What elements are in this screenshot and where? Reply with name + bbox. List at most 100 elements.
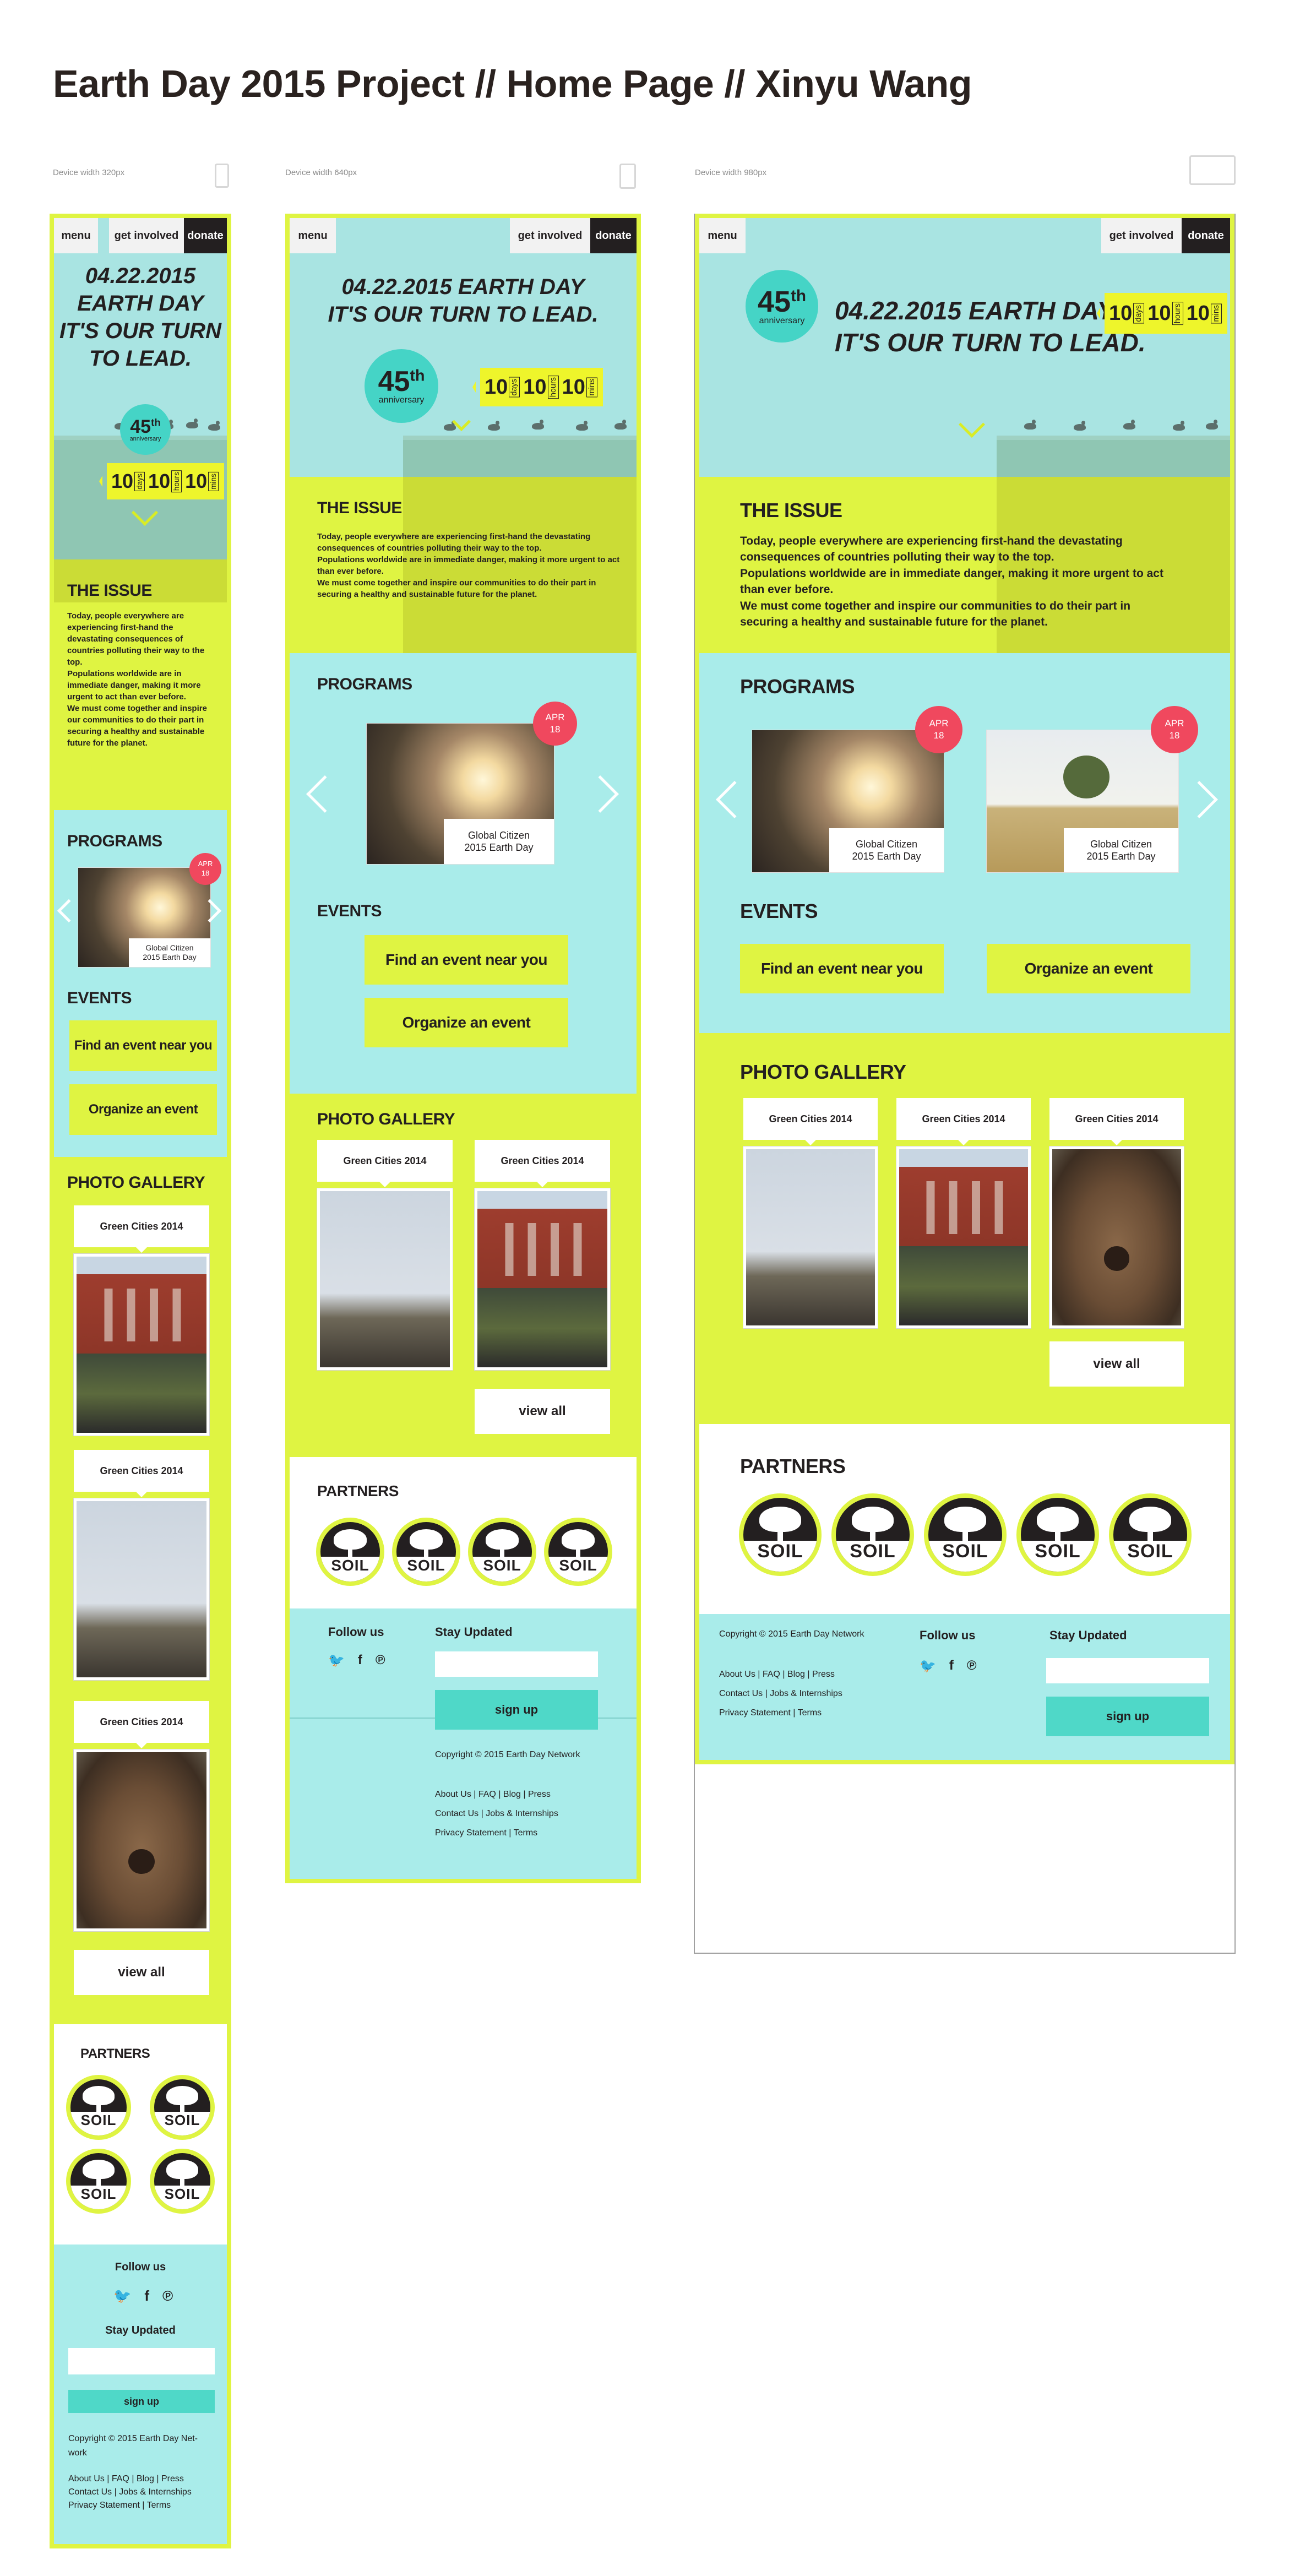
hero: menu get involved donate 04.22.2015 EARTH… xyxy=(54,218,227,559)
gallery-title: PHOTO GALLERY xyxy=(67,1173,205,1192)
partner-logo[interactable]: SOIL xyxy=(150,2075,215,2140)
donate-button[interactable]: donate xyxy=(590,218,637,253)
menu-button[interactable]: menu xyxy=(699,218,746,253)
sign-up-button[interactable]: sign up xyxy=(1046,1697,1209,1736)
facebook-icon[interactable]: f xyxy=(949,1658,954,1674)
email-input[interactable] xyxy=(435,1651,598,1677)
organize-event-button[interactable]: Organize an event xyxy=(365,998,568,1047)
prev-arrow-icon[interactable] xyxy=(716,781,753,818)
countdown: 10 days 10 hours 10 mins xyxy=(99,463,225,499)
menu-button[interactable]: menu xyxy=(54,218,98,253)
twitter-icon[interactable]: 🐦 xyxy=(328,1653,345,1669)
get-involved-button[interactable]: get involved xyxy=(109,218,184,253)
email-input[interactable] xyxy=(68,2348,215,2374)
gallery-photo-fog[interactable] xyxy=(74,1498,209,1680)
partner-logo[interactable]: SOIL xyxy=(739,1493,822,1576)
phone-icon xyxy=(215,164,229,188)
sign-up-button[interactable]: sign up xyxy=(435,1690,598,1730)
program-caption: Global Citizen 2015 Earth Day xyxy=(129,938,210,967)
gallery-tag: Green Cities 2014 xyxy=(74,1205,209,1253)
facebook-icon[interactable]: f xyxy=(358,1653,362,1669)
gallery-tag: Green Cities 2014 xyxy=(743,1098,878,1145)
view-all-button[interactable]: view all xyxy=(74,1950,209,1995)
footer: Follow us 🐦 f ℗ Stay Updated sign up Cop… xyxy=(54,2245,227,2544)
device-label-640: Device width 640px xyxy=(285,168,357,177)
issue-title: THE ISSUE xyxy=(317,499,402,517)
donate-button[interactable]: donate xyxy=(184,218,227,253)
gallery-photo-bear[interactable] xyxy=(74,1749,209,1931)
get-involved-button[interactable]: get involved xyxy=(1101,218,1182,253)
partner-logo[interactable]: SOIL xyxy=(66,2075,131,2140)
partner-logo[interactable]: SOIL xyxy=(1109,1493,1192,1576)
scroll-down-icon[interactable] xyxy=(958,411,986,438)
pinterest-icon[interactable]: ℗ xyxy=(162,2287,173,2305)
find-event-button[interactable]: Find an event near you xyxy=(365,935,568,985)
gallery-photo-building[interactable] xyxy=(896,1146,1031,1328)
view-all-button[interactable]: view all xyxy=(1049,1341,1184,1387)
organize-event-button[interactable]: Organize an event xyxy=(69,1084,217,1135)
partner-logo[interactable]: SOIL xyxy=(150,2149,215,2214)
partner-logo[interactable]: SOIL xyxy=(66,2149,131,2214)
program-card[interactable]: Global Citizen 2015 Earth Day xyxy=(987,730,1178,872)
partner-logo[interactable]: SOIL xyxy=(924,1493,1007,1576)
program-card[interactable]: Global Citizen 2015 Earth Day xyxy=(78,868,210,967)
next-arrow-icon[interactable] xyxy=(1181,781,1218,818)
sign-up-button[interactable]: sign up xyxy=(68,2390,215,2413)
hero-tagline: 04.22.2015 EARTH DAY IT'S OUR TURN TO LEA… xyxy=(835,296,1146,357)
partner-logo[interactable]: SOIL xyxy=(468,1518,536,1586)
program-card[interactable]: Global Citizen 2015 Earth Day xyxy=(752,730,944,872)
gallery-title: PHOTO GALLERY xyxy=(317,1110,455,1128)
twitter-icon[interactable]: 🐦 xyxy=(920,1658,936,1674)
tablet-frame: menu get involved donate 04.22.2015 EART… xyxy=(285,214,641,1883)
desktop-frame: menu get involved donate 45th anniversar… xyxy=(695,214,1234,1764)
email-input[interactable] xyxy=(1046,1658,1209,1683)
programs-section: PROGRAMS Global Citizen 2015 Earth Day AP… xyxy=(290,653,637,1094)
device-label-980: Device width 980px xyxy=(695,168,767,177)
events-title: EVENTS xyxy=(67,989,132,1007)
gallery-photo-building[interactable] xyxy=(475,1188,610,1370)
gallery-tag: Green Cities 2014 xyxy=(475,1140,610,1187)
pinterest-icon[interactable]: ℗ xyxy=(967,1658,977,1674)
footer-links[interactable]: About Us | FAQ | Blog | Press Contact Us … xyxy=(435,1785,558,1843)
partners-title: PARTNERS xyxy=(80,2046,150,2061)
donate-button[interactable]: donate xyxy=(1182,218,1230,253)
partner-logo[interactable]: SOIL xyxy=(392,1518,460,1586)
issue-section: THE ISSUE Today, people everywhere are e… xyxy=(54,559,227,810)
gallery-photo-fog[interactable] xyxy=(317,1188,453,1370)
follow-us-label: Follow us xyxy=(920,1628,976,1642)
partner-logo[interactable]: SOIL xyxy=(544,1518,612,1586)
partner-logo[interactable]: SOIL xyxy=(316,1518,384,1586)
mobile-frame: menu get involved donate 04.22.2015 EARTH… xyxy=(50,214,231,2548)
social-icons: 🐦 f ℗ xyxy=(920,1658,977,1674)
find-event-button[interactable]: Find an event near you xyxy=(69,1020,217,1071)
find-event-button[interactable]: Find an event near you xyxy=(740,944,944,993)
prev-arrow-icon[interactable] xyxy=(57,899,81,923)
gallery-photo-fog[interactable] xyxy=(743,1146,878,1328)
next-arrow-icon[interactable] xyxy=(581,775,619,813)
partner-logo[interactable]: SOIL xyxy=(1016,1493,1099,1576)
twitter-icon[interactable]: 🐦 xyxy=(113,2287,131,2305)
gallery-tag: Green Cities 2014 xyxy=(1049,1098,1184,1145)
facebook-icon[interactable]: f xyxy=(144,2287,149,2305)
programs-section: PROGRAMS Global Citizen 2015 Earth Day AP… xyxy=(54,810,227,1157)
gallery-section: PHOTO GALLERY Green Cities 2014 Green Ci… xyxy=(699,1033,1230,1424)
hero-tagline: 04.22.2015 EARTH DAY IT'S OUR TURN TO LEAD. xyxy=(59,264,221,371)
partners-section: PARTNERS SOIL SOIL SOIL SOIL xyxy=(54,2024,227,2245)
social-icons: 🐦 f ℗ xyxy=(113,2287,173,2305)
date-badge: APR 18 xyxy=(533,702,577,746)
footer-links[interactable]: About Us | FAQ | Blog | Press Contact Us … xyxy=(68,2472,192,2512)
prev-arrow-icon[interactable] xyxy=(306,775,344,813)
partner-logo[interactable]: SOIL xyxy=(831,1493,914,1576)
countdown: 10 days 10 hours 10 mins xyxy=(1097,293,1227,334)
pinterest-icon[interactable]: ℗ xyxy=(376,1653,385,1669)
issue-title: THE ISSUE xyxy=(67,581,152,600)
footer-links[interactable]: About Us | FAQ | Blog | Press Contact Us … xyxy=(719,1665,842,1723)
view-all-button[interactable]: view all xyxy=(475,1389,610,1434)
follow-us-label: Follow us xyxy=(328,1625,384,1639)
menu-button[interactable]: menu xyxy=(290,218,336,253)
gallery-photo-bear[interactable] xyxy=(1049,1146,1184,1328)
get-involved-button[interactable]: get involved xyxy=(510,218,590,253)
program-card[interactable]: Global Citizen 2015 Earth Day xyxy=(367,724,554,864)
gallery-photo-building[interactable] xyxy=(74,1254,209,1436)
organize-event-button[interactable]: Organize an event xyxy=(987,944,1190,993)
